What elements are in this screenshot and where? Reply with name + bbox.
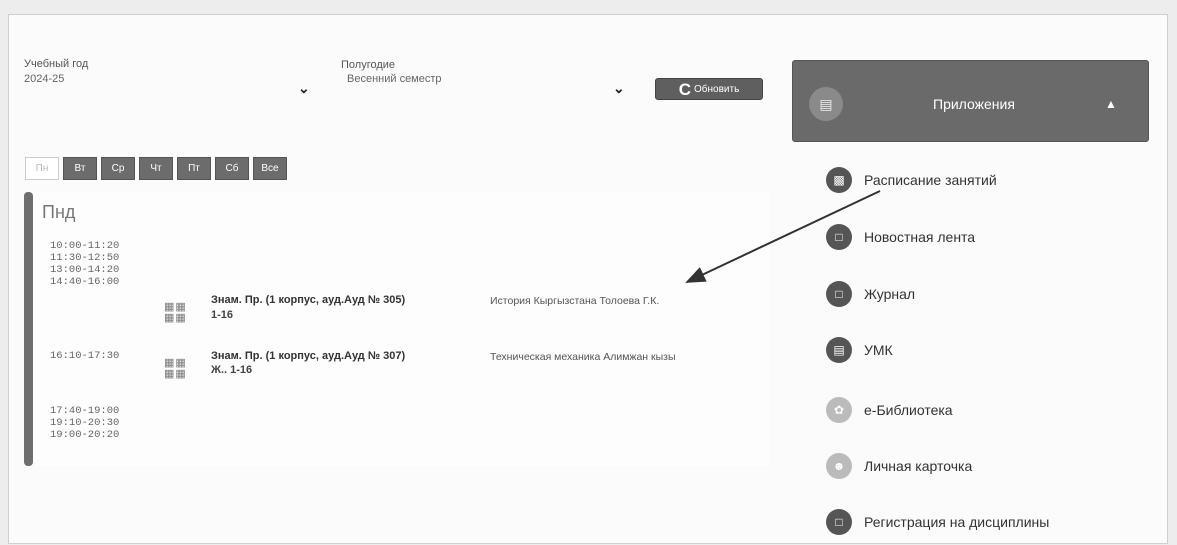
annotation-arrow <box>685 190 881 283</box>
